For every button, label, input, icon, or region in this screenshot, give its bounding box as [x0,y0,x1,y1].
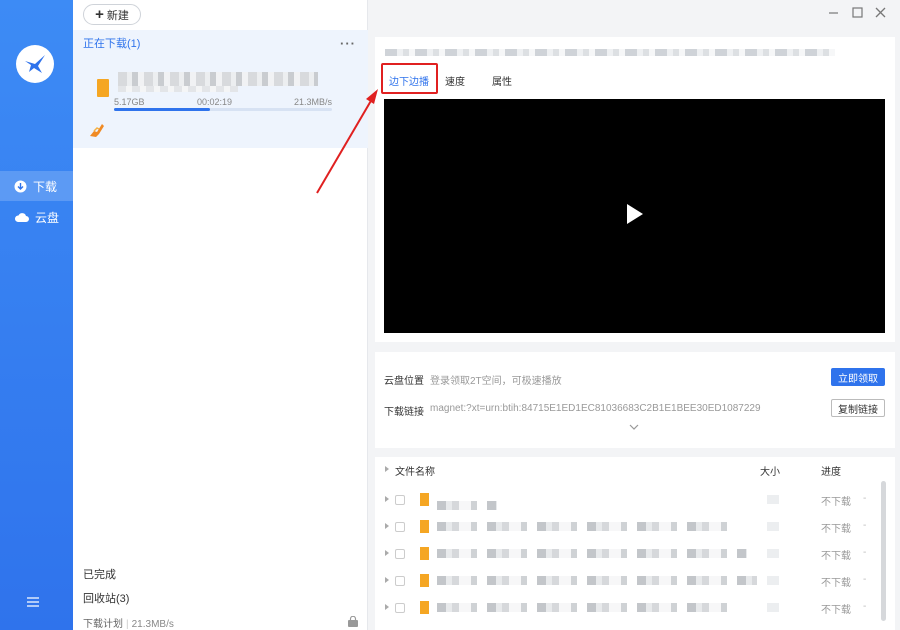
nav-rail: 下载 云盘 [0,0,73,630]
task-detail-card: 边下边播 速度 属性 [375,37,895,342]
file-name-redacted [437,501,497,510]
close-icon[interactable] [875,6,886,20]
file-progress: - [863,601,867,612]
file-name-redacted [437,549,747,558]
chevron-down-icon[interactable] [629,424,639,430]
file-name-redacted [437,522,737,531]
expand-caret-icon[interactable] [385,550,389,556]
minimize-icon[interactable] [828,6,839,20]
file-checkbox[interactable] [395,549,405,559]
file-row[interactable]: 不下载 - [375,489,885,516]
recycle-bin-label: 回收站(3) [83,593,130,605]
task-name-redacted-line [118,86,238,92]
file-progress: - [863,574,867,585]
file-row[interactable]: 不下载 - [375,543,885,570]
file-icon [97,79,109,97]
file-icon [420,520,429,533]
file-row[interactable]: 不下载 - [375,570,885,597]
file-row[interactable]: 不下载 - [375,597,885,624]
task-size: 5.17GB [114,97,145,107]
plan-separator: | [126,619,129,630]
file-checkbox[interactable] [395,576,405,586]
file-name-redacted [437,603,737,612]
scrollbar[interactable] [881,481,886,621]
file-progress: - [863,547,867,558]
expand-caret-icon[interactable] [385,604,389,610]
new-task-label: 新建 [106,9,129,22]
completed-section[interactable]: 已完成 [73,563,368,585]
new-task-button[interactable]: + 新建 [83,4,141,25]
nav-cloud[interactable]: 云盘 [0,202,73,232]
file-progress: - [863,493,867,504]
app-logo [16,45,54,83]
file-size-redacted [767,603,779,612]
task-progress-bar [114,108,332,111]
annotation-arrow [316,89,378,194]
link-info-card: 云盘位置 登录领取2T空间，可极速播放 立即领取 下载链接 magnet:?xt… [375,352,895,448]
column-header-size[interactable]: 大小 [760,463,780,478]
claim-now-button[interactable]: 立即领取 [831,368,885,386]
tab-speed[interactable]: 速度 [445,73,465,88]
more-options-icon[interactable]: ··· [340,36,356,51]
download-plan[interactable]: 下载计划 | 21.3MB/s [83,615,174,630]
file-icon [420,493,429,506]
cloud-location-label: 云盘位置 [384,376,424,387]
download-link-value: magnet:?xt=urn:btih:84715E1ED1EC81036683… [430,403,761,414]
downloading-section-header[interactable]: 正在下载(1) ··· [73,30,368,56]
maximize-icon[interactable] [852,6,863,20]
task-name-redacted [118,72,318,86]
file-status: 不下载 [821,605,851,616]
play-icon[interactable] [627,204,643,224]
file-checkbox[interactable] [395,603,405,613]
video-player[interactable] [384,99,885,333]
file-status: 不下载 [821,497,851,508]
task-progress-fill [114,108,210,111]
file-row[interactable]: 不下载 - [375,516,885,543]
file-status: 不下载 [821,551,851,562]
file-checkbox[interactable] [395,522,405,532]
file-icon [420,601,429,614]
file-size-redacted [767,495,779,504]
column-header-progress[interactable]: 进度 [821,463,841,478]
menu-icon[interactable] [26,596,40,611]
cloud-icon [14,212,29,222]
file-icon [420,547,429,560]
cloud-location-value: 登录领取2T空间，可极速播放 [430,376,562,387]
file-size-redacted [767,549,779,558]
task-remaining-time: 00:02:19 [197,97,233,107]
file-size-redacted [767,522,779,531]
nav-download-label: 下载 [33,179,58,194]
tab-properties[interactable]: 属性 [492,73,512,88]
completed-label: 已完成 [83,569,116,581]
download-link-label: 下载链接 [384,407,424,418]
accelerate-hand-icon[interactable] [88,122,106,138]
file-checkbox[interactable] [395,495,405,505]
file-list-card: 文件名称 大小 进度 不下载 - 不下载 - 不下载 - 不下载 - 不下载 - [375,457,895,630]
nav-cloud-label: 云盘 [35,210,60,225]
expand-caret-icon[interactable] [385,496,389,502]
copy-link-button[interactable]: 复制链接 [831,399,885,417]
file-status: 不下载 [821,524,851,535]
nav-download[interactable]: 下载 [0,171,73,201]
file-progress: - [863,520,867,531]
file-size-redacted [767,576,779,585]
download-icon [14,180,27,192]
file-name-redacted [437,576,757,585]
plan-rate: 21.3MB/s [131,619,174,630]
expand-caret-icon[interactable] [385,466,389,472]
file-icon [420,574,429,587]
expand-caret-icon[interactable] [385,523,389,529]
file-status: 不下载 [821,578,851,589]
plus-icon: + [95,6,104,23]
bird-logo-icon [25,55,45,73]
expand-caret-icon[interactable] [385,577,389,583]
task-title-redacted [385,49,835,56]
recycle-bin-section[interactable]: 回收站(3) [73,587,368,609]
downloading-title: 正在下载(1) [83,38,141,50]
column-header-name[interactable]: 文件名称 [395,463,435,478]
lock-icon[interactable] [347,616,359,627]
download-plan-label: 下载计划 [83,619,123,630]
